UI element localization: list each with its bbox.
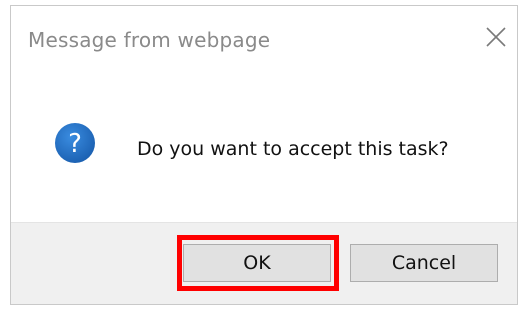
- question-icon: ?: [55, 123, 95, 163]
- svg-text:?: ?: [68, 129, 82, 159]
- cancel-button[interactable]: Cancel: [350, 244, 498, 282]
- ok-button[interactable]: OK: [183, 244, 331, 282]
- dialog-footer: OK Cancel: [11, 222, 517, 304]
- close-button[interactable]: [479, 20, 513, 54]
- dialog-content: ? Do you want to accept this task?: [11, 68, 517, 228]
- dialog-titlebar: Message from webpage: [11, 6, 517, 68]
- message-dialog: Message from webpage ? Do you want to ac…: [10, 5, 518, 305]
- close-icon: [486, 27, 506, 47]
- screen: Message from webpage ? Do you want to ac…: [0, 0, 520, 309]
- dialog-title: Message from webpage: [28, 28, 271, 52]
- dialog-message: Do you want to accept this task?: [137, 138, 449, 160]
